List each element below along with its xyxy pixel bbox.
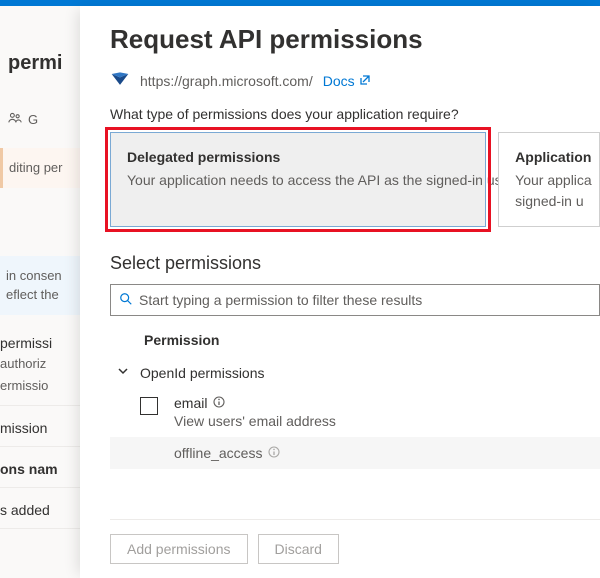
info-icon[interactable]	[213, 395, 225, 411]
permission-name: offline_access	[174, 445, 262, 461]
panel-title: Request API permissions	[110, 24, 600, 55]
add-permissions-button[interactable]: Add permissions	[110, 534, 248, 564]
external-link-icon	[359, 73, 371, 89]
backdrop-warn-line: diting per	[9, 158, 80, 178]
backdrop-blue-line1: in consen	[6, 266, 80, 286]
select-permissions-title: Select permissions	[110, 253, 600, 274]
permission-name: email	[174, 395, 207, 411]
backdrop-title: permi	[0, 6, 80, 75]
info-icon[interactable]	[268, 445, 280, 461]
docs-link-label: Docs	[323, 73, 355, 89]
permission-type-cards: Delegated permissions Your application n…	[110, 132, 600, 227]
permission-row-email: email View users' email address	[110, 387, 600, 437]
docs-link[interactable]: Docs	[323, 73, 371, 89]
search-icon	[119, 292, 133, 309]
delegated-permissions-card[interactable]: Delegated permissions Your application n…	[110, 132, 486, 227]
application-permissions-card[interactable]: Application Your applica signed-in u	[498, 132, 600, 227]
backdrop-person-text: G	[28, 112, 38, 127]
backdrop-section2-h: mission	[0, 414, 80, 438]
discard-button[interactable]: Discard	[258, 534, 339, 564]
backdrop-blue-line2: eflect the	[6, 285, 80, 305]
backdrop-section1-l1: authoriz	[0, 353, 80, 375]
panel-footer: Add permissions Discard	[110, 519, 600, 578]
chevron-down-icon	[116, 364, 130, 381]
backdrop-section4-h: s added	[0, 496, 80, 520]
permissions-search-box[interactable]	[110, 284, 600, 316]
application-card-title: Application	[515, 147, 583, 168]
delegated-card-desc: Your application needs to access the API…	[127, 170, 469, 191]
background-page: permi G diting per in consen eflect the …	[0, 6, 80, 578]
email-checkbox[interactable]	[140, 397, 158, 415]
backdrop-section1-l2: ermissio	[0, 375, 80, 397]
delegated-card-title: Delegated permissions	[127, 147, 469, 168]
api-url-text: https://graph.microsoft.com/	[140, 73, 313, 89]
api-identity-row: https://graph.microsoft.com/ Docs	[110, 71, 600, 90]
backdrop-section3-h: ons nam	[0, 455, 80, 479]
permission-desc: View users' email address	[174, 413, 336, 429]
group-label: OpenId permissions	[140, 365, 265, 381]
openid-permissions-group[interactable]: OpenId permissions	[110, 358, 600, 387]
application-card-desc1: Your applica	[515, 170, 583, 191]
people-icon	[8, 111, 22, 128]
permission-row-offline-access: offline_access	[110, 437, 600, 469]
graph-logo-icon	[110, 71, 130, 90]
application-card-desc2: signed-in u	[515, 191, 583, 212]
permission-type-prompt: What type of permissions does your appli…	[110, 106, 600, 122]
backdrop-section1-h: permissi	[0, 329, 80, 353]
permission-column-header: Permission	[110, 328, 600, 358]
api-permissions-panel: Request API permissions https://graph.mi…	[80, 6, 600, 578]
permissions-search-input[interactable]	[139, 292, 591, 308]
